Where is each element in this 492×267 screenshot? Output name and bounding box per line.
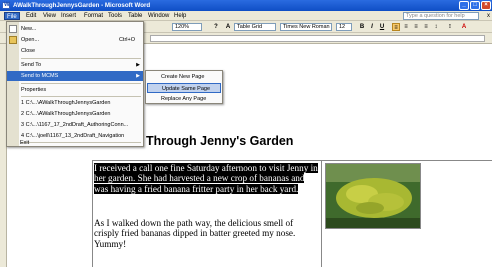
document-heading: Through Jenny's Garden	[146, 134, 294, 148]
menu-item-send-to[interactable]: Send To ▶	[7, 60, 143, 70]
style-select[interactable]: Table Grid	[234, 23, 276, 31]
bananas-photo[interactable]	[325, 163, 421, 229]
help-icon[interactable]: ?	[212, 23, 220, 31]
submenu-replace-any-page[interactable]: Replace Any Page	[147, 94, 221, 104]
window-title: AWalkThroughJennysGarden - Microsoft Wor…	[13, 2, 151, 9]
menu-view[interactable]: View	[41, 12, 58, 20]
close-document-icon[interactable]: x	[487, 12, 490, 20]
font-select[interactable]: Times New Roman	[280, 23, 332, 31]
close-button[interactable]: ×	[481, 1, 491, 10]
bullets-icon[interactable]: ⁝	[446, 23, 454, 31]
paragraph-selected[interactable]: I received a call one fine Saturday afte…	[94, 163, 320, 194]
menu-item-exit[interactable]: Exit	[6, 138, 142, 148]
selected-text: I received a call one fine Saturday afte…	[94, 163, 318, 194]
file-menu-dropdown: New... Open... Ctrl+O Close Send To ▶ Send…	[6, 21, 144, 147]
menu-window[interactable]: Window	[146, 12, 171, 20]
minimize-button[interactable]: _	[459, 1, 469, 10]
paragraph-two[interactable]: As I walked down the path way, the delic…	[94, 218, 320, 249]
align-right-icon[interactable]: ≡	[412, 23, 420, 31]
styles-pane-icon[interactable]: A	[224, 23, 232, 31]
menu-help[interactable]: Help	[172, 12, 188, 20]
word-app-icon	[2, 0, 10, 11]
send-to-mcms-submenu: Create New Page Update Same Page Replace…	[145, 70, 223, 104]
submenu-update-same-page[interactable]: Update Same Page	[147, 83, 221, 93]
menu-bar: File Edit View Insert Format Tools Table…	[0, 11, 492, 21]
recent-file-1[interactable]: 1 C:\...\AWalkThroughJennysGarden	[7, 98, 143, 108]
bold-button[interactable]: B	[358, 23, 366, 31]
align-left-icon[interactable]: ≡	[392, 23, 400, 31]
menu-table[interactable]: Table	[126, 12, 144, 20]
title-bar: AWalkThroughJennysGarden - Microsoft Wor…	[0, 0, 492, 11]
italic-button[interactable]: I	[368, 23, 376, 31]
maximize-button[interactable]: □	[470, 1, 480, 10]
menu-item-new[interactable]: New...	[7, 24, 143, 34]
font-color-icon[interactable]: A	[460, 23, 468, 31]
menu-item-send-to-mcms[interactable]: Send to MCMS ▶	[7, 71, 143, 81]
submenu-create-new-page[interactable]: Create New Page	[147, 72, 221, 82]
menu-file[interactable]: File	[4, 12, 20, 20]
underline-button[interactable]: U	[378, 23, 386, 31]
zoom-select[interactable]: 120%	[172, 23, 202, 31]
menu-tools[interactable]: Tools	[106, 12, 124, 20]
menu-item-properties[interactable]: Properties	[7, 85, 143, 95]
menu-item-close[interactable]: Close	[7, 46, 143, 56]
submenu-arrow-icon: ▶	[136, 62, 140, 68]
menu-format[interactable]: Format	[82, 12, 105, 20]
justify-icon[interactable]: ≡	[422, 23, 430, 31]
submenu-arrow-icon: ▶	[136, 73, 140, 79]
font-size-select[interactable]: 12	[336, 23, 352, 31]
menu-edit[interactable]: Edit	[24, 12, 38, 20]
align-center-icon[interactable]: ≡	[402, 23, 410, 31]
line-spacing-icon[interactable]: ↕	[432, 23, 440, 31]
ask-question-input[interactable]: Type a question for help	[403, 12, 479, 20]
menu-insert[interactable]: Insert	[59, 12, 78, 20]
recent-file-3[interactable]: 3 C:\...\1167_17_2ndDraft_AuthoringConn.…	[7, 120, 143, 130]
menu-item-open[interactable]: Open... Ctrl+O	[7, 35, 143, 45]
recent-file-2[interactable]: 2 C:\...\AWalkThroughJennysGarden	[7, 109, 143, 119]
